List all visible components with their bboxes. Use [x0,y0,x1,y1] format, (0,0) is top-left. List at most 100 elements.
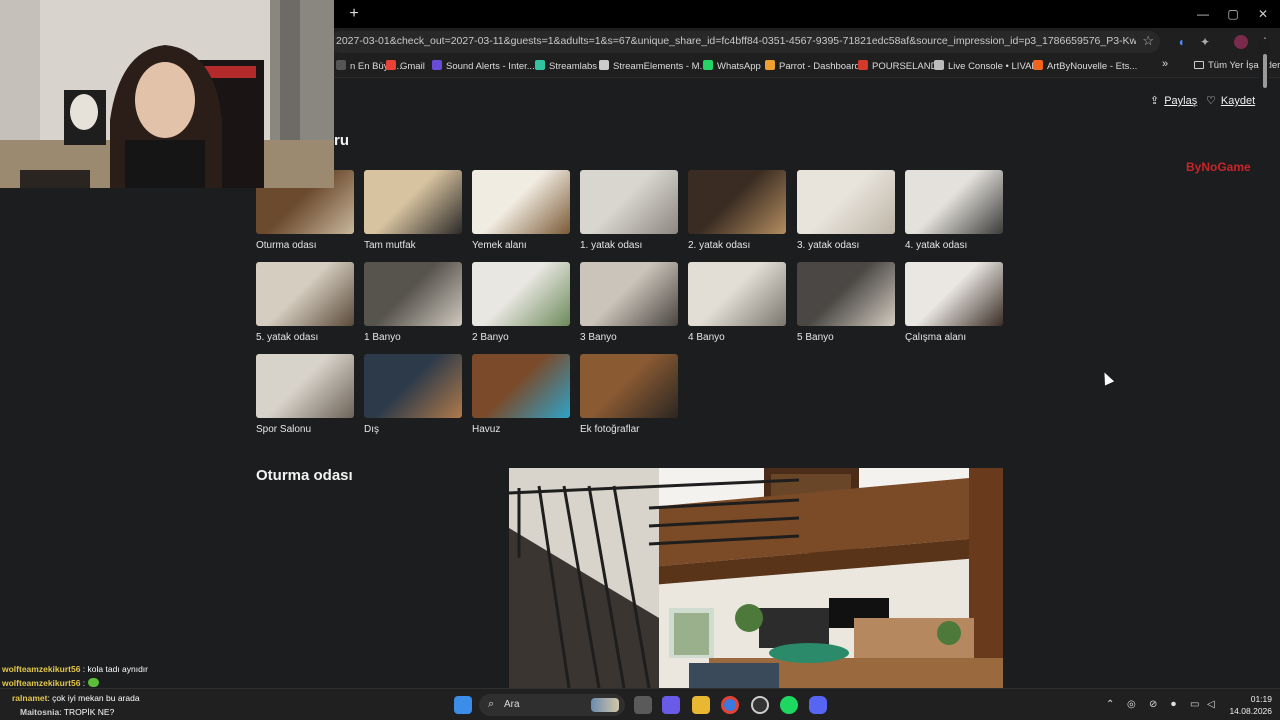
start-windows-icon[interactable] [454,696,472,714]
save-button[interactable]: ♡ Kaydet [1206,94,1255,107]
task-view-icon[interactable] [634,696,652,714]
thumbnail-caption: 2 Banyo [472,332,509,343]
thumbnail-image [905,262,1003,326]
photo-category-thumbnail[interactable]: Çalışma alanı [905,262,1003,343]
profile-avatar-icon[interactable] [1234,35,1248,49]
bookmark-item[interactable]: StreamElements - M... [599,60,708,72]
microphone-icon[interactable]: ⏺ [1171,699,1176,710]
chat-text: : [82,678,86,688]
thumbnail-caption: 4 Banyo [688,332,725,343]
thumbnail-image [797,170,895,234]
bookmark-item[interactable]: WhatsApp [703,60,761,72]
search-icon: ⌕ [488,698,495,710]
media-icon[interactable]: ◖ [1174,35,1188,49]
thumbnail-image [472,354,570,418]
bookmark-item[interactable]: Sound Alerts - Inter... [432,60,535,72]
folder-icon [1194,61,1204,69]
thumbnail-caption: Spor Salonu [256,424,312,435]
thumbnail-image [364,354,462,418]
minimize-icon[interactable]: — [1188,4,1218,24]
clock-date: 14.08.2026 [1229,706,1272,716]
close-icon[interactable]: ✕ [1248,4,1278,24]
bookmark-item[interactable]: Streamlabs [535,60,597,72]
windows-taskbar: ralnamet: çok iyi mekan bu arada Maitosn… [0,688,1280,720]
volume-icon[interactable]: ◁ [1207,699,1215,710]
page-scrollbar[interactable] [1259,40,1269,608]
etsy-icon [1033,60,1043,70]
thumbnail-image [580,262,678,326]
bookmark-item[interactable]: Parrot - Dashboard [765,60,860,72]
thumbnail-image [688,170,786,234]
thumbnail-caption: Tam mutfak [364,240,416,251]
photo-category-thumbnail[interactable]: Dış [364,354,462,435]
parrot-icon [765,60,775,70]
photo-category-thumbnail[interactable]: 2. yatak odası [688,170,786,251]
photo-category-thumbnail[interactable]: 1 Banyo [364,262,462,343]
more-bookmarks-chevron-icon[interactable]: » [1162,58,1168,70]
photo-category-thumbnail[interactable]: 1. yatak odası [580,170,678,251]
hero-photo[interactable] [509,468,1003,688]
photo-category-thumbnail[interactable]: Tam mutfak [364,170,462,251]
copilot-icon[interactable] [662,696,680,714]
tray-chevron-up-icon[interactable]: ⌃ [1106,699,1114,710]
pourseland-icon [858,60,868,70]
photo-category-thumbnail[interactable]: Havuz [472,354,570,435]
maximize-icon[interactable]: ▢ [1218,4,1248,24]
photo-category-thumbnail[interactable]: Ek fotoğraflar [580,354,678,435]
photo-category-thumbnail[interactable]: 4 Banyo [688,262,786,343]
search-highlight-icon [591,698,619,712]
photo-category-thumbnail[interactable]: 3 Banyo [580,262,678,343]
bookmark-label: Parrot - Dashboard [779,61,860,72]
thumbnail-caption: 4. yatak odası [905,240,968,251]
streamelements-icon [599,60,609,70]
bookmark-label: Sound Alerts - Inter... [446,61,535,72]
photo-category-thumbnail[interactable]: Spor Salonu [256,354,354,435]
thumbnail-image [472,170,570,234]
bookmark-star-icon[interactable]: ☆ [1142,33,1154,49]
tray-network-muted-icon[interactable]: ⊘ [1149,699,1157,710]
spotify-icon[interactable] [780,696,798,714]
bookmark-item[interactable]: Gmail [386,60,425,72]
thumbnail-image [364,262,462,326]
photo-category-thumbnail[interactable]: 3. yatak odası [797,170,895,251]
chat-message: Maitosnia: TROPİK NE? [20,707,114,717]
photo-category-thumbnail[interactable]: 5 Banyo [797,262,895,343]
obs-icon[interactable] [751,696,769,714]
share-button[interactable]: ⇪ Paylaş [1150,94,1197,107]
gmail-icon [386,60,396,70]
photo-category-thumbnail[interactable]: 4. yatak odası [905,170,1003,251]
page-scrollbar-thumb[interactable] [1263,54,1267,88]
taskbar-search[interactable]: ⌕ Ara [479,694,625,716]
all-bookmarks-label: Tüm Yer İşaretleri [1208,60,1280,71]
bookmark-item[interactable]: Live Console • LIVAD [934,60,1038,72]
photo-category-thumbnail[interactable]: Yemek alanı [472,170,570,251]
discord-icon[interactable] [809,696,827,714]
photo-category-thumbnail[interactable]: 2 Banyo [472,262,570,343]
chat-message: wolfteamzekikurt56 : [2,678,99,688]
share-label: Paylaş [1164,95,1198,107]
thumbnail-caption: 3 Banyo [580,332,617,343]
tray-app-icon[interactable]: ◎ [1127,699,1136,710]
photo-category-thumbnail[interactable]: 5. yatak odası [256,262,354,343]
display-icon[interactable]: ▭ [1190,699,1199,710]
page-heading: ru [334,132,349,149]
chrome-icon[interactable] [721,696,739,714]
bookmark-label: WhatsApp [717,61,761,72]
bookmark-item[interactable]: POURSELAND [858,60,937,72]
file-explorer-icon[interactable] [692,696,710,714]
chat-username: wolfteamzekikurt56 [2,664,81,674]
chat-message: ralnamet: çok iyi mekan bu arada [12,693,140,703]
thumbnail-caption: Dış [364,424,379,435]
thumbnail-caption: 3. yatak odası [797,240,860,251]
bookmark-label: Gmail [400,61,425,72]
chat-username: ralnamet [12,693,48,703]
thumbnail-image [364,170,462,234]
thumbnail-image [256,354,354,418]
address-bar[interactable]: 2027-03-01&check_out=2027-03-11&guests=1… [330,31,1160,53]
new-tab-button[interactable]: + [344,4,364,24]
bookmark-item[interactable]: ArtByNouvelle - Ets... [1033,60,1137,72]
thumbnail-caption: 1. yatak odası [580,240,643,251]
thumbnail-image [688,262,786,326]
taskbar-clock[interactable]: 01:19 14.08.2026 [1222,693,1272,717]
extensions-icon[interactable]: ✦ [1198,35,1212,49]
